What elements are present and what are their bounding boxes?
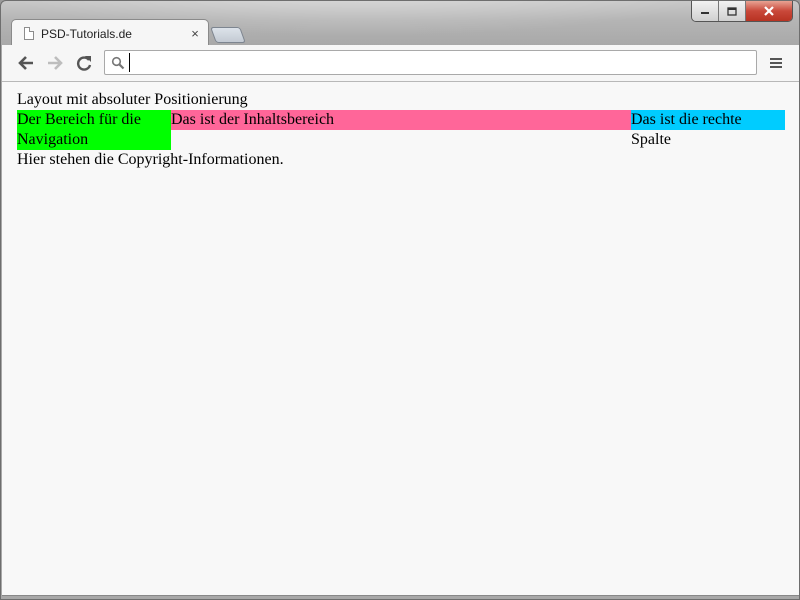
tab-psd-tutorials[interactable]: PSD-Tutorials.de ×: [11, 19, 209, 46]
right-column: Das ist die rechte Spalte: [631, 110, 785, 148]
browser-menu-button[interactable]: [767, 54, 785, 72]
reload-button[interactable]: [74, 53, 94, 73]
tab-title: PSD-Tutorials.de: [41, 26, 132, 41]
page-viewport: Layout mit absoluter Positionierung Der …: [2, 82, 799, 596]
close-window-button[interactable]: [746, 1, 792, 21]
hamburger-menu-icon: [770, 58, 782, 60]
address-bar[interactable]: [104, 50, 757, 75]
back-button[interactable]: [16, 53, 36, 73]
arrow-right-icon: [48, 56, 63, 70]
page-icon: [24, 27, 34, 40]
navigation-area: Der Bereich für die Navigation: [17, 110, 171, 150]
address-input[interactable]: [129, 53, 754, 72]
arrow-left-icon: [18, 56, 33, 70]
maximize-icon: [727, 6, 737, 16]
content-area: Das ist der Inhaltsbereich: [171, 110, 631, 130]
tab-close-icon[interactable]: ×: [188, 26, 202, 41]
maximize-button[interactable]: [719, 1, 746, 21]
browser-window: PSD-Tutorials.de × Layout mit absoluter …: [0, 0, 800, 600]
browser-toolbar: [2, 45, 799, 82]
search-icon: [111, 56, 125, 70]
new-tab-button[interactable]: [210, 27, 246, 43]
close-icon: [764, 6, 774, 16]
window-controls: [691, 1, 793, 22]
minimize-icon: [701, 12, 709, 14]
copyright-text: Hier stehen die Copyright-Informationen.: [17, 151, 284, 168]
forward-button[interactable]: [45, 53, 65, 73]
minimize-button[interactable]: [692, 1, 719, 21]
page-heading: Layout mit absoluter Positionierung: [17, 91, 248, 108]
reload-icon: [77, 56, 92, 71]
